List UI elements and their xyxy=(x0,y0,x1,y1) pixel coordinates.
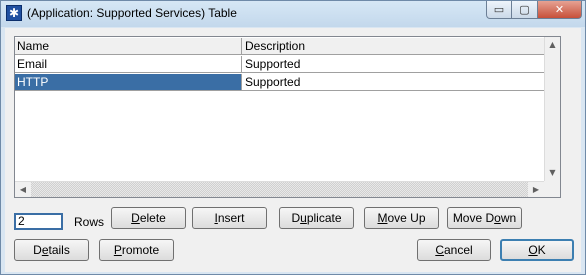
move-down-label-pre: Move D xyxy=(452,211,495,225)
promote-label: romote xyxy=(121,243,160,257)
details-label: tails xyxy=(48,243,70,257)
rows-count-input[interactable]: 2 xyxy=(14,213,63,230)
delete-label: elete xyxy=(139,211,166,225)
cancel-accel: C xyxy=(435,243,444,257)
app-star-icon: ✱ xyxy=(6,5,22,21)
maximize-icon: ▢ xyxy=(519,3,530,16)
table-row[interactable]: Email Supported xyxy=(15,56,546,73)
column-header-description[interactable]: Description xyxy=(242,38,546,55)
vertical-scrollbar[interactable]: ▲ ▼ xyxy=(544,37,560,181)
cell-name[interactable]: HTTP xyxy=(15,74,242,91)
ok-accel: O xyxy=(528,243,538,257)
move-down-label: wn xyxy=(500,211,517,225)
minimize-button[interactable]: ▭ xyxy=(486,1,512,19)
cancel-button[interactable]: Cancel xyxy=(417,239,491,261)
table-grid: Name Description Email Supported HTTP Su… xyxy=(15,37,546,181)
ok-button[interactable]: OK xyxy=(500,239,574,261)
delete-button[interactable]: Delete xyxy=(111,207,186,229)
delete-accel: D xyxy=(131,211,140,225)
cell-name[interactable]: Email xyxy=(15,56,242,73)
horizontal-scrollbar[interactable]: ◀ ▶ xyxy=(15,181,560,197)
ok-label: K xyxy=(537,243,546,257)
title-bar[interactable]: ✱ (Application: Supported Services) Tabl… xyxy=(1,1,585,27)
move-up-accel: M xyxy=(377,211,388,225)
duplicate-label: plicate xyxy=(306,211,342,225)
move-down-accel: o xyxy=(494,211,501,225)
duplicate-label-pre: D xyxy=(291,211,301,225)
scroll-right-icon[interactable]: ▶ xyxy=(528,182,544,197)
rows-label: Rows xyxy=(74,215,105,229)
duplicate-accel: u xyxy=(300,211,307,225)
details-button[interactable]: Details xyxy=(14,239,89,261)
scroll-down-icon[interactable]: ▼ xyxy=(545,165,560,181)
insert-button[interactable]: Insert xyxy=(192,207,267,229)
scroll-left-icon[interactable]: ◀ xyxy=(15,182,31,197)
duplicate-button[interactable]: Duplicate xyxy=(279,207,354,229)
close-button[interactable]: ✕ xyxy=(538,1,582,19)
dialog-client-area: Name Description Email Supported HTTP Su… xyxy=(5,28,581,272)
move-up-label: ove Up xyxy=(387,211,426,225)
details-accel: e xyxy=(41,243,49,257)
column-header-name[interactable]: Name xyxy=(15,38,242,55)
cell-description[interactable]: Supported xyxy=(242,56,546,73)
dialog-window: ✱ (Application: Supported Services) Tabl… xyxy=(0,0,586,275)
cell-description[interactable]: Supported xyxy=(242,74,546,91)
promote-button[interactable]: Promote xyxy=(99,239,174,261)
scrollbar-corner xyxy=(544,181,560,197)
caption-buttons: ▭ ▢ ✕ xyxy=(486,1,582,19)
close-icon: ✕ xyxy=(554,3,565,16)
move-down-button[interactable]: Move Down xyxy=(447,207,522,229)
scroll-up-icon[interactable]: ▲ xyxy=(545,37,560,53)
maximize-button[interactable]: ▢ xyxy=(512,1,538,19)
minimize-icon: ▭ xyxy=(493,3,505,16)
details-label-pre: D xyxy=(33,243,42,257)
promote-accel: P xyxy=(113,243,122,257)
table-header: Name Description xyxy=(15,38,546,55)
window-title: (Application: Supported Services) Table xyxy=(27,6,237,20)
services-table: Name Description Email Supported HTTP Su… xyxy=(14,36,561,198)
table-row-selected[interactable]: HTTP Supported xyxy=(15,74,546,91)
cancel-label: ancel xyxy=(443,243,473,257)
move-up-button[interactable]: Move Up xyxy=(364,207,439,229)
insert-label: nsert xyxy=(217,211,245,225)
